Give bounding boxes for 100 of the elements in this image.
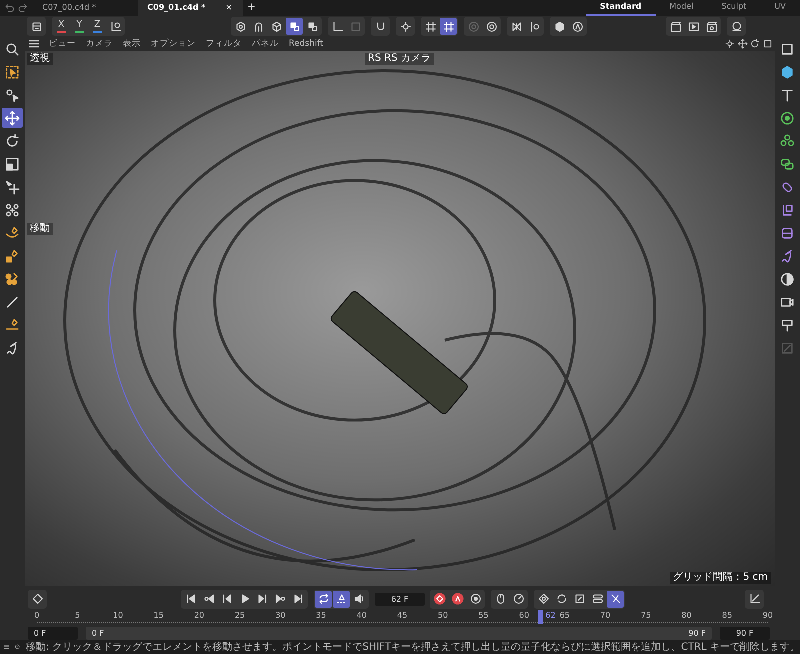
lamp-icon bbox=[780, 318, 795, 332]
tool-button[interactable] bbox=[449, 590, 466, 608]
axis-icon bbox=[332, 20, 344, 32]
target-icon bbox=[486, 20, 498, 32]
undo-icon[interactable] bbox=[5, 3, 15, 13]
step-forward-icon bbox=[256, 593, 268, 605]
gear-arrow-icon bbox=[5, 88, 20, 102]
scale-icon bbox=[5, 156, 20, 172]
orbit-icon bbox=[750, 39, 760, 49]
loop-icon bbox=[318, 593, 330, 605]
tool-button[interactable] bbox=[333, 590, 350, 608]
ruler-label: 35 bbox=[316, 610, 326, 622]
ruler-label: 15 bbox=[154, 610, 164, 622]
axis-toggle[interactable]: Y bbox=[71, 18, 88, 35]
close-tab-button[interactable]: × bbox=[216, 0, 232, 16]
autokey-icon bbox=[452, 593, 464, 605]
skip-start-icon bbox=[184, 593, 196, 605]
menu-item[interactable]: Redshift bbox=[289, 38, 324, 50]
keyframe-icon bbox=[32, 593, 44, 605]
clapper-icon bbox=[670, 20, 682, 32]
range-bar[interactable]: 0 F 90 F bbox=[86, 626, 712, 640]
circles-icon bbox=[468, 20, 480, 32]
ruler-label: 60 bbox=[519, 610, 530, 622]
menu-item[interactable]: ビュー bbox=[49, 38, 76, 50]
maximize-icon bbox=[762, 39, 772, 49]
flower-icon bbox=[780, 134, 795, 148]
tool-button[interactable] bbox=[440, 18, 457, 35]
half-sphere-icon bbox=[780, 272, 795, 286]
menu-item[interactable]: オプション bbox=[151, 38, 196, 50]
skip-end-icon bbox=[292, 593, 304, 605]
ruler-label: 55 bbox=[478, 610, 489, 622]
tool-button[interactable] bbox=[286, 18, 303, 35]
file-tab[interactable]: C07_00.c4d * bbox=[32, 0, 138, 16]
tool-button[interactable] bbox=[431, 590, 448, 608]
view-projection-label: 透視 bbox=[27, 53, 53, 65]
capsule-icon bbox=[780, 180, 795, 194]
menu-item[interactable]: 表示 bbox=[123, 38, 141, 50]
cube-icon bbox=[270, 20, 282, 32]
axis-toggle[interactable]: Z bbox=[89, 18, 106, 35]
cube-icon bbox=[780, 64, 795, 80]
tool-button[interactable] bbox=[2, 108, 23, 128]
layout-tab[interactable]: UV bbox=[760, 0, 800, 16]
previous-key-icon bbox=[202, 593, 214, 605]
cube-outline-icon bbox=[780, 42, 795, 56]
range-end-label: 90 F bbox=[688, 628, 706, 640]
playhead[interactable] bbox=[538, 610, 544, 624]
mouse-icon bbox=[494, 593, 506, 605]
tool-button[interactable] bbox=[607, 590, 624, 608]
ruler-label: 80 bbox=[682, 610, 692, 622]
axis-toggle[interactable]: X bbox=[53, 18, 70, 35]
status-message: 移動: クリック＆ドラッグでエレメントを移動させます。ポイントモードでSHIFTキーを押さえて押し出し量の量子化ならびに選択範囲を追加し、CTRL キーで削除します。 bbox=[26, 640, 800, 654]
squiggle-icon bbox=[5, 340, 20, 356]
cycle-icon bbox=[556, 593, 568, 605]
ruler-label: 65 bbox=[560, 610, 570, 622]
menu-item[interactable]: パネル bbox=[252, 38, 279, 50]
dots-pen-icon bbox=[5, 272, 20, 286]
bracket-icon bbox=[780, 202, 795, 218]
ruler-label: 25 bbox=[234, 610, 246, 622]
search-icon bbox=[5, 42, 20, 56]
start-frame-field[interactable]: 0 F bbox=[28, 626, 78, 640]
ruler-label: 50 bbox=[438, 610, 448, 622]
arch-icon bbox=[252, 20, 264, 32]
ruler-label: 90 bbox=[762, 610, 774, 622]
check-circle-icon bbox=[15, 642, 20, 652]
menu-item[interactable]: フィルタ bbox=[206, 38, 242, 50]
clapper-gear-icon bbox=[706, 20, 718, 32]
arrow-cross-icon bbox=[5, 180, 20, 194]
layout-tab[interactable]: Model bbox=[656, 0, 708, 16]
range-start-label: 0 F bbox=[92, 628, 104, 640]
active-tool-label: 移動 bbox=[27, 223, 53, 235]
triangle-circle-icon bbox=[572, 20, 584, 32]
spline-icon bbox=[780, 248, 795, 264]
tool-button[interactable] bbox=[315, 590, 332, 608]
end-frame-field[interactable]: 90 F bbox=[720, 626, 770, 640]
menu-icon[interactable] bbox=[29, 40, 39, 48]
pan-arrows-icon bbox=[738, 39, 748, 49]
scatter-icon bbox=[5, 202, 20, 218]
cubes-icon bbox=[306, 20, 318, 32]
ruler-label: 0 bbox=[34, 610, 40, 622]
redo-icon[interactable] bbox=[18, 3, 28, 13]
current-frame-field[interactable]: 62 F bbox=[375, 592, 425, 606]
hexagon-icon bbox=[234, 20, 246, 32]
disabled-square-icon bbox=[780, 340, 795, 356]
butterfly-icon bbox=[510, 20, 522, 32]
archive-icon bbox=[30, 20, 42, 32]
ruler-label: 75 bbox=[641, 610, 652, 622]
playhead-frame-label: 62 bbox=[546, 610, 556, 622]
toggle-icon bbox=[592, 593, 604, 605]
menu-item[interactable]: カメラ bbox=[86, 38, 113, 50]
ruler-label: 70 bbox=[600, 610, 611, 622]
ruler-label: 20 bbox=[194, 610, 205, 622]
layout-tab[interactable]: Sculpt bbox=[708, 0, 761, 16]
new-tab-button[interactable]: + bbox=[242, 0, 261, 16]
file-tab[interactable]: C09_01.c4d * × bbox=[138, 0, 242, 16]
record-keyframe-icon bbox=[434, 593, 446, 605]
move-icon bbox=[5, 110, 20, 126]
ruler-label: 10 bbox=[113, 610, 124, 622]
brush-icon bbox=[5, 294, 20, 310]
text-tool-icon bbox=[780, 88, 795, 102]
menu-icon[interactable] bbox=[4, 643, 10, 651]
